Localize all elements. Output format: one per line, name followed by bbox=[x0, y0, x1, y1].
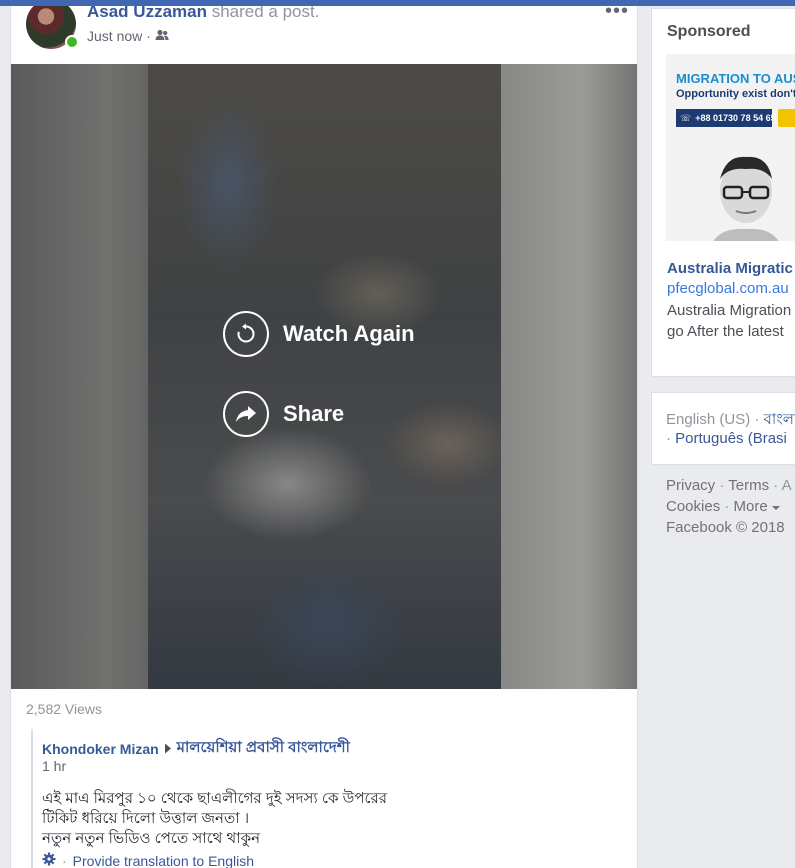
post-timestamp[interactable]: Just now bbox=[87, 28, 142, 44]
video-share-button[interactable]: Share bbox=[223, 391, 344, 437]
shared-text-line: টিকিট ধরিয়ে দিলো উত্তাল জনতা । bbox=[42, 810, 250, 827]
language-link-bangla[interactable]: বাংলা bbox=[764, 411, 795, 428]
ad-description-line: go After the latest bbox=[667, 323, 784, 340]
translate-separator: · bbox=[62, 852, 67, 868]
sponsored-title: Sponsored bbox=[667, 23, 751, 40]
cookies-link[interactable]: Cookies bbox=[666, 498, 720, 515]
post-header: Asad Uzzaman shared a post. bbox=[87, 6, 319, 22]
terms-link[interactable]: Terms bbox=[728, 477, 769, 494]
ad-url-link[interactable]: pfecglobal.com.au bbox=[667, 280, 789, 297]
provide-translation-link[interactable]: Provide translation to English bbox=[73, 853, 254, 868]
replay-icon bbox=[223, 311, 269, 357]
more-caret-icon[interactable] bbox=[771, 498, 780, 515]
language-panel: English (US) · বাংলা · Português (Brasi bbox=[651, 392, 795, 465]
footer-separator: · A bbox=[773, 477, 792, 494]
ad-person-illustration bbox=[713, 156, 779, 241]
language-separator: · bbox=[666, 430, 676, 447]
ad-phone-banner: ☏ +88 01730 78 54 65 bbox=[676, 109, 776, 127]
meta-separator: · bbox=[146, 28, 151, 44]
post-card: Asad Uzzaman shared a post. Just now · •… bbox=[10, 6, 638, 868]
language-separator: · bbox=[754, 411, 764, 428]
ad-image-subline: Opportunity exist don't bbox=[676, 88, 795, 100]
footer-separator: · bbox=[724, 498, 734, 515]
language-link-portuguese[interactable]: Português (Brasi bbox=[675, 430, 787, 447]
ad-image-headline: MIGRATION TO AUS bbox=[676, 71, 795, 86]
video-player[interactable]: Watch Again Share bbox=[11, 64, 637, 689]
online-status-indicator bbox=[65, 35, 79, 49]
privacy-link[interactable]: Privacy bbox=[666, 477, 715, 494]
shared-text-line: এই মাএ মিরপুর ১০ থেকে ছাএলীগের দুই সদস্য… bbox=[42, 790, 388, 807]
shared-post-timestamp[interactable]: 1 hr bbox=[42, 758, 66, 774]
copyright: Facebook © 2018 bbox=[666, 519, 785, 536]
current-language: English (US) bbox=[666, 411, 751, 428]
ad-description-line: Australia Migration bbox=[667, 302, 792, 319]
phone-icon: ☏ bbox=[680, 112, 692, 123]
more-link[interactable]: More bbox=[734, 498, 768, 515]
friends-icon[interactable] bbox=[155, 28, 169, 44]
author-name-link[interactable]: Asad Uzzaman bbox=[87, 6, 207, 21]
post-action-text: shared a post. bbox=[206, 6, 320, 21]
ad-phone-number: +88 01730 78 54 65 bbox=[695, 113, 776, 123]
shared-post-header: Khondoker Mizan মালয়েশিয়া প্রবাসী বাংল… bbox=[42, 736, 350, 761]
watch-again-button[interactable]: Watch Again bbox=[223, 311, 415, 357]
view-count: 2,582 Views bbox=[26, 701, 103, 717]
ad-logo-badge bbox=[778, 109, 795, 127]
shared-group-link[interactable]: মালয়েশিয়া প্রবাসী বাংলাদেশী bbox=[177, 736, 350, 761]
language-row-2: · Português (Brasi bbox=[666, 430, 787, 447]
more-options-icon[interactable]: ••• bbox=[605, 6, 629, 23]
ad-image[interactable]: MIGRATION TO AUS Opportunity exist don't… bbox=[666, 54, 795, 241]
shared-post: Khondoker Mizan মালয়েশিয়া প্রবাসী বাংল… bbox=[31, 729, 637, 868]
ad-title-link[interactable]: Australia Migratic bbox=[667, 260, 793, 277]
share-arrow-icon bbox=[223, 391, 269, 437]
watch-again-label: Watch Again bbox=[283, 321, 415, 346]
shared-author-link[interactable]: Khondoker Mizan bbox=[42, 741, 159, 757]
footer-row: Privacy · Terms · A bbox=[666, 475, 792, 496]
caret-right-icon bbox=[164, 741, 172, 757]
footer-separator: · bbox=[719, 477, 729, 494]
post-meta: Just now · bbox=[87, 28, 169, 44]
shared-text-line: নতুন নতুন ভিডিও পেতে সাথে থাকুন bbox=[42, 830, 261, 847]
video-end-overlay bbox=[11, 64, 637, 689]
footer-links: Privacy · Terms · A Cookies · More Faceb… bbox=[666, 475, 792, 538]
translation-row: · Provide translation to English bbox=[42, 852, 254, 868]
gear-icon bbox=[42, 852, 56, 868]
ad-description: Australia Migration go After the latest bbox=[667, 300, 791, 342]
share-label: Share bbox=[283, 401, 345, 426]
shared-post-text: এই মাএ মিরপুর ১০ থেকে ছাএলীগের দুই সদস্য… bbox=[42, 789, 387, 849]
sponsored-panel: Sponsored MIGRATION TO AUS Opportunity e… bbox=[651, 8, 795, 377]
footer-row: Cookies · More bbox=[666, 496, 792, 517]
